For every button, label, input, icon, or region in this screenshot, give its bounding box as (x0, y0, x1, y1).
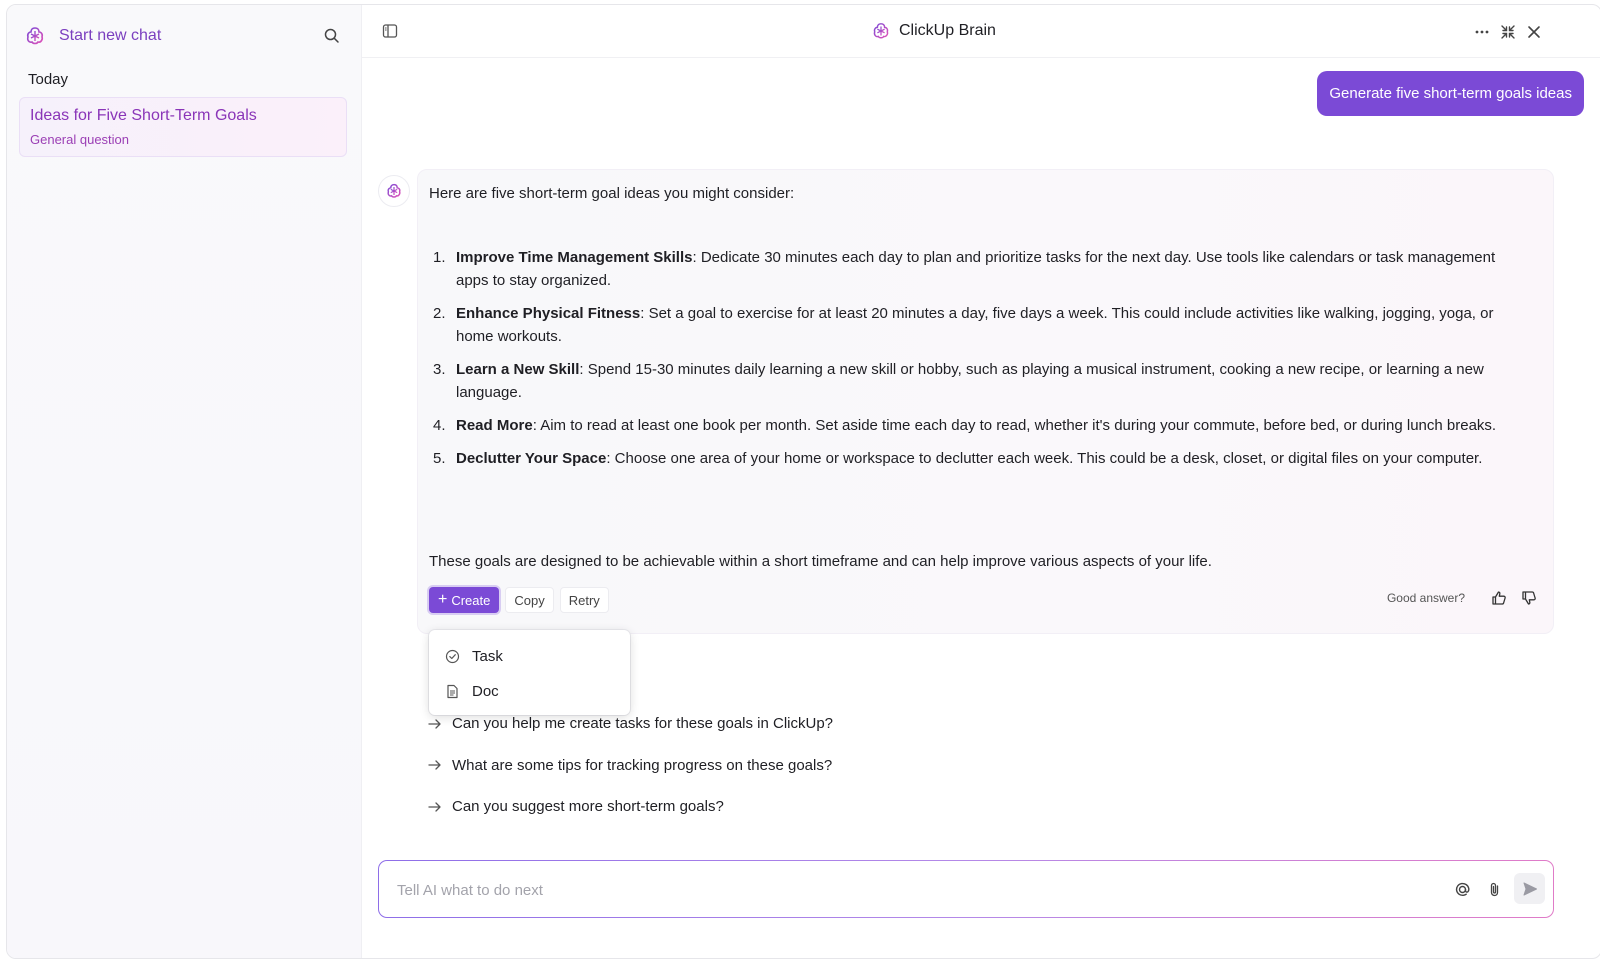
menu-item-label: Task (472, 647, 503, 665)
feedback-label: Good answer? (1386, 591, 1465, 605)
copy-button[interactable]: Copy (505, 587, 554, 613)
header-title-group: ClickUp Brain (872, 22, 996, 40)
answer-list-item: 2. Enhance Physical Fitness: Set a goal t… (429, 302, 1529, 348)
send-icon (1523, 882, 1537, 895)
thumbs-up-icon[interactable] (1491, 590, 1507, 606)
item-heading: Improve Time Management Skills (456, 249, 693, 266)
composer-inner (379, 861, 1553, 919)
suggestion-item[interactable]: What are some tips for tracking progress… (428, 745, 833, 787)
section-label-today: Today (28, 71, 69, 88)
chat-history-item[interactable]: Ideas for Five Short-Term Goals General … (19, 97, 347, 157)
retry-button[interactable]: Retry (559, 587, 609, 613)
sidebar-toggle-icon[interactable] (382, 23, 398, 39)
ai-avatar (378, 175, 410, 207)
clickup-brain-logo-icon (26, 27, 44, 45)
answer-list: 1. Improve Time Management Skills: Dedica… (429, 246, 1529, 480)
answer-list-item: 5. Declutter Your Space: Choose one area … (429, 447, 1529, 470)
answer-outro: These goals are designed to be achievabl… (429, 553, 1212, 570)
item-heading: Enhance Physical Fitness (456, 305, 641, 322)
search-icon[interactable] (323, 27, 341, 45)
top-bar: ClickUp Brain (362, 5, 1600, 58)
document-icon (447, 684, 458, 698)
item-heading: Read More (456, 417, 533, 434)
item-text: : Spend 15-30 minutes daily learning a n… (456, 361, 1484, 401)
check-circle-icon (445, 649, 460, 663)
item-heading: Learn a New Skill (456, 361, 580, 378)
suggestion-text: Can you suggest more short-term goals? (452, 798, 724, 816)
close-icon[interactable] (1526, 24, 1542, 40)
sidebar-header: Start new chat (21, 19, 347, 53)
item-text: : Choose one area of your home or worksp… (606, 450, 1483, 467)
item-number: 4. (433, 417, 446, 434)
answer-feedback: Good answer? (1387, 590, 1537, 606)
answer-list-item: 3. Learn a New Skill: Spend 15-30 minutes… (429, 358, 1529, 404)
attachment-icon[interactable] (1486, 881, 1503, 898)
mention-icon[interactable] (1454, 881, 1471, 898)
collapse-icon[interactable] (1500, 24, 1516, 40)
clickup-brain-logo-icon (387, 183, 401, 198)
answer-intro: Here are five short-term goal ideas you … (429, 185, 795, 202)
answer-list-item: 4. Read More: Aim to read at least one bo… (429, 414, 1529, 437)
arrow-right-icon (428, 719, 441, 729)
suggestion-text: Can you help me create tasks for these g… (452, 715, 834, 733)
ai-answer-card: Here are five short-term goal ideas you … (417, 169, 1554, 634)
composer (378, 860, 1554, 919)
create-button[interactable]: + Create (429, 587, 500, 613)
user-message-bubble: Generate five short-term goals ideas (1317, 71, 1584, 116)
clickup-brain-logo-icon (873, 23, 889, 39)
answer-list-item: 1. Improve Time Management Skills: Dedica… (429, 246, 1529, 292)
menu-item-label: Doc (472, 682, 499, 700)
arrow-right-icon (428, 802, 441, 812)
chat-item-subtitle: General question (30, 132, 130, 147)
suggestion-text: What are some tips for tracking progress… (452, 756, 833, 774)
item-number: 3. (433, 361, 446, 378)
item-heading: Declutter Your Space (456, 450, 607, 467)
app-window: Start new chat Today Ideas for Five Shor… (6, 4, 1600, 959)
suggestion-list: Can you help me create tasks for these g… (428, 703, 833, 828)
answer-actions: + Create Copy Retry (429, 587, 609, 613)
suggestion-item[interactable]: Can you suggest more short-term goals? (428, 786, 833, 828)
start-new-chat-button[interactable]: Start new chat (59, 27, 161, 45)
page-title: ClickUp Brain (899, 22, 996, 39)
create-dropdown-menu: Task Doc (429, 630, 630, 715)
sidebar: Start new chat Today Ideas for Five Shor… (7, 5, 362, 958)
arrow-right-icon (428, 760, 441, 770)
more-options-icon[interactable] (1474, 24, 1490, 40)
create-label: Create (451, 592, 491, 608)
plus-icon: + (438, 591, 448, 608)
thumbs-down-icon[interactable] (1521, 590, 1537, 606)
main-panel: ClickUp Brain Generate five short-term g… (362, 5, 1600, 958)
item-number: 2. (433, 305, 446, 322)
item-text: : Aim to read at least one book per mont… (532, 417, 1497, 434)
item-number: 1. (433, 249, 446, 266)
menu-item-task[interactable]: Task (429, 639, 630, 673)
item-number: 5. (433, 450, 446, 467)
menu-item-doc[interactable]: Doc (429, 674, 630, 708)
send-button[interactable] (1514, 873, 1545, 904)
chat-item-title: Ideas for Five Short-Term Goals (30, 107, 257, 124)
prompt-input[interactable] (395, 861, 1439, 919)
